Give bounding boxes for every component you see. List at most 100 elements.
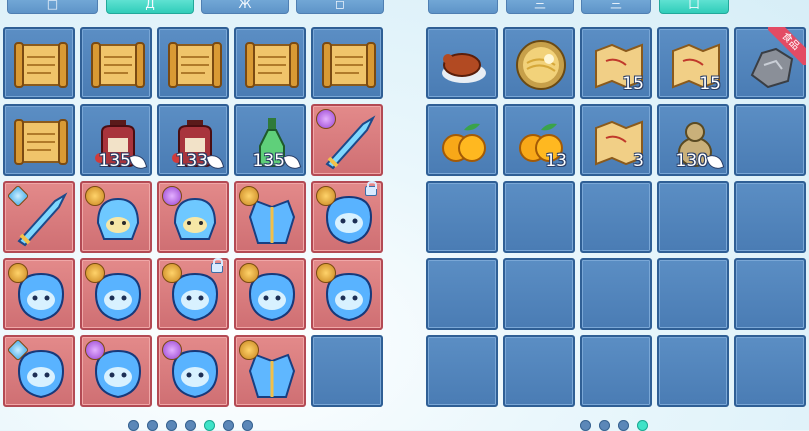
item-count: 135	[252, 151, 301, 171]
item-count-value: 13	[545, 151, 567, 171]
quality-badge-icon	[162, 186, 182, 206]
item-count-value: 135	[98, 151, 131, 171]
item-slot[interactable]: 食品	[734, 27, 806, 99]
page-dot[interactable]	[223, 420, 234, 431]
item-count-value: 15	[622, 74, 644, 94]
item-slot[interactable]	[80, 181, 152, 253]
empty-slot[interactable]	[426, 335, 498, 407]
item-slot[interactable]: 133	[157, 104, 229, 176]
page-dot[interactable]	[147, 420, 158, 431]
item-slot[interactable]	[234, 27, 306, 99]
item-slot[interactable]	[503, 27, 575, 99]
item-slot[interactable]	[3, 335, 75, 407]
item-count-value: 135	[252, 151, 285, 171]
quality-badge-icon	[316, 263, 336, 283]
item-count: 13	[545, 153, 567, 170]
empty-slot[interactable]	[734, 258, 806, 330]
item-slot[interactable]	[157, 27, 229, 99]
empty-slot[interactable]	[426, 258, 498, 330]
item-slot[interactable]	[311, 27, 383, 99]
empty-slot[interactable]	[657, 258, 729, 330]
item-slot[interactable]: 135	[234, 104, 306, 176]
page-dot[interactable]	[204, 420, 215, 431]
quality-badge-icon	[239, 186, 259, 206]
leaf-icon	[206, 152, 224, 171]
quality-badge-icon	[85, 340, 105, 360]
quality-badge-icon	[162, 263, 182, 283]
leaf-icon	[129, 152, 147, 171]
empty-slot[interactable]	[503, 181, 575, 253]
empty-slot[interactable]	[734, 181, 806, 253]
quality-badge-icon	[239, 340, 259, 360]
scroll-icon	[165, 35, 225, 95]
empty-slot[interactable]	[503, 335, 575, 407]
item-slot[interactable]: 135	[80, 104, 152, 176]
item-slot[interactable]	[426, 27, 498, 99]
item-slot[interactable]	[311, 181, 383, 253]
empty-slot[interactable]	[580, 258, 652, 330]
empty-slot[interactable]	[657, 181, 729, 253]
page-dot[interactable]	[580, 420, 591, 431]
quality-badge-icon	[162, 340, 182, 360]
noodle-bowl-icon	[511, 35, 571, 95]
item-slot[interactable]	[3, 181, 75, 253]
page-dot[interactable]	[637, 420, 648, 431]
item-slot[interactable]	[157, 258, 229, 330]
item-slot[interactable]	[80, 27, 152, 99]
page-dot[interactable]	[618, 420, 629, 431]
page-dot[interactable]	[166, 420, 177, 431]
item-slot[interactable]: 15	[657, 27, 729, 99]
food-ribbon-label: 食品	[768, 27, 806, 65]
orange-icon	[434, 112, 494, 172]
item-count: 133	[176, 152, 224, 171]
item-slot[interactable]	[3, 104, 75, 176]
right-tab-3[interactable]: 三	[581, 0, 651, 14]
empty-slot[interactable]	[657, 335, 729, 407]
scroll-icon	[319, 35, 379, 95]
page-dot[interactable]	[242, 420, 253, 431]
lock-icon	[211, 258, 223, 273]
page-dot[interactable]	[128, 420, 139, 431]
item-slot[interactable]	[157, 181, 229, 253]
right-tab-4[interactable]: 口	[659, 0, 729, 14]
item-count-value: 3	[633, 151, 644, 171]
empty-slot[interactable]	[503, 258, 575, 330]
lock-icon	[365, 181, 377, 196]
left-tab-4[interactable]: ◻	[296, 0, 384, 14]
item-slot[interactable]	[80, 258, 152, 330]
quality-badge-icon	[85, 263, 105, 283]
item-slot[interactable]	[3, 258, 75, 330]
item-slot[interactable]	[234, 258, 306, 330]
page-dot[interactable]	[185, 420, 196, 431]
item-count: 15	[699, 76, 721, 93]
item-slot[interactable]: 13	[503, 104, 575, 176]
page-dot[interactable]	[599, 420, 610, 431]
empty-slot[interactable]	[580, 335, 652, 407]
item-slot[interactable]	[3, 27, 75, 99]
left-tab-1[interactable]: □	[7, 0, 98, 14]
item-slot[interactable]	[80, 335, 152, 407]
leaf-icon	[706, 152, 724, 171]
item-slot[interactable]: 130	[657, 104, 729, 176]
item-slot[interactable]	[234, 181, 306, 253]
quality-badge-icon	[316, 109, 336, 129]
right-tab-1[interactable]	[428, 0, 498, 14]
empty-slot[interactable]	[426, 181, 498, 253]
scroll-icon	[88, 35, 148, 95]
left-tab-2[interactable]: Д	[106, 0, 194, 14]
item-slot[interactable]	[311, 258, 383, 330]
right-tab-2[interactable]: 三	[506, 0, 574, 14]
item-count: 135	[98, 151, 147, 171]
item-slot[interactable]	[157, 335, 229, 407]
item-slot[interactable]	[426, 104, 498, 176]
item-slot[interactable]: 3	[580, 104, 652, 176]
left-tab-3[interactable]: Ж	[201, 0, 289, 14]
item-slot[interactable]	[234, 335, 306, 407]
item-slot[interactable]: 15	[580, 27, 652, 99]
empty-slot[interactable]	[311, 335, 383, 407]
empty-slot[interactable]	[734, 104, 806, 176]
empty-slot[interactable]	[734, 335, 806, 407]
roast-duck-icon	[434, 35, 494, 95]
empty-slot[interactable]	[580, 181, 652, 253]
item-slot[interactable]	[311, 104, 383, 176]
